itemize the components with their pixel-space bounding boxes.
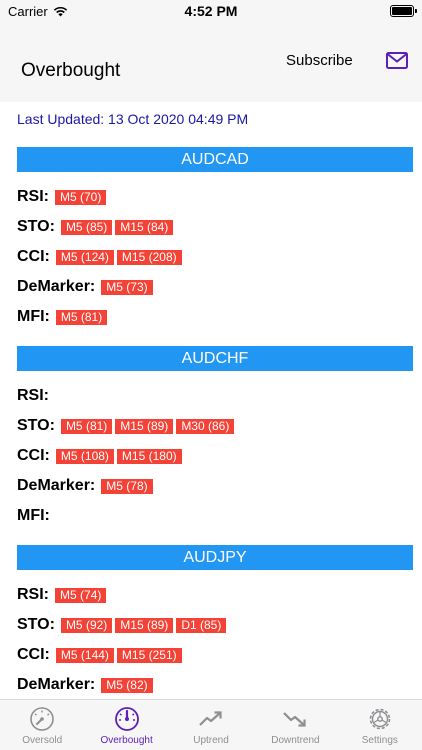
mail-icon[interactable]: [386, 52, 408, 69]
indicator-label: CCI:: [17, 646, 50, 663]
timeframe-tag: M15 (89): [115, 617, 174, 633]
timeframe-tag: M5 (144): [55, 647, 114, 663]
indicator-row-rsi: RSI:: [17, 386, 55, 406]
tab-label: Uptrend: [193, 735, 229, 746]
status-time: 4:52 PM: [184, 3, 238, 19]
tab-label: Oversold: [22, 735, 63, 746]
gauge-high-icon: [114, 707, 139, 731]
indicator-label: RSI:: [17, 387, 49, 404]
timeframe-tag: M5 (108): [55, 448, 114, 464]
tab-bar: Oversold Overbought Uptrend Downtrend Se…: [0, 699, 422, 750]
indicator-row-sto: STO: M5 (85) M15 (84): [17, 217, 176, 237]
tab-uptrend[interactable]: Uptrend: [169, 700, 253, 750]
subscribe-button[interactable]: Subscribe: [286, 52, 353, 69]
indicator-label: CCI:: [17, 248, 50, 265]
indicator-label: STO:: [17, 616, 55, 633]
tab-label: Overbought: [100, 735, 153, 746]
indicator-row-cci: CCI: M5 (108) M15 (180): [17, 446, 185, 466]
timeframe-tag: M30 (86): [176, 418, 235, 434]
timeframe-tag: M15 (84): [115, 219, 174, 235]
tab-oversold[interactable]: Oversold: [0, 700, 84, 750]
navigation-bar: Overbought Subscribe: [0, 22, 422, 102]
gauge-low-icon: [30, 707, 55, 731]
indicator-row-cci: CCI: M5 (124) M15 (208): [17, 247, 185, 267]
indicator-row-demarker: DeMarker: M5 (82): [17, 675, 156, 695]
indicator-row-demarker: DeMarker: M5 (73): [17, 277, 156, 297]
indicator-label: STO:: [17, 218, 55, 235]
indicator-list[interactable]: Last Updated: 13 Oct 2020 04:49 PM AUDCA…: [0, 102, 422, 699]
battery-icon: [390, 5, 417, 17]
timeframe-tag: M5 (85): [60, 219, 113, 235]
timeframe-tag: M5 (74): [55, 587, 107, 603]
indicator-row-rsi: RSI: M5 (70): [17, 187, 109, 207]
indicator-label: DeMarker:: [17, 278, 96, 295]
tab-label: Downtrend: [271, 735, 320, 746]
timeframe-tag: D1 (85): [176, 617, 227, 633]
timeframe-tag: M5 (73): [101, 279, 153, 295]
indicator-label: CCI:: [17, 447, 50, 464]
tab-downtrend[interactable]: Downtrend: [253, 700, 337, 750]
status-bar: Carrier 4:52 PM: [0, 0, 422, 22]
timeframe-tag: M15 (208): [116, 249, 182, 265]
gear-icon: [369, 708, 391, 730]
timeframe-tag: M5 (92): [60, 617, 113, 633]
trend-up-icon: [199, 711, 222, 726]
timeframe-tag: M15 (180): [116, 448, 182, 464]
tab-label: Settings: [361, 735, 398, 746]
timeframe-tag: M5 (78): [101, 478, 153, 494]
indicator-row-mfi: MFI:: [17, 506, 56, 526]
tab-overbought[interactable]: Overbought: [84, 700, 168, 750]
indicator-row-cci: CCI: M5 (144) M15 (251): [17, 645, 185, 665]
pair-header: AUDCAD: [17, 147, 413, 172]
indicator-label: RSI:: [17, 586, 49, 603]
indicator-label: STO:: [17, 417, 55, 434]
pair-header: AUDJPY: [17, 545, 413, 570]
pair-header: AUDCHF: [17, 346, 413, 371]
indicator-label: RSI:: [17, 188, 49, 205]
trend-down-icon: [283, 712, 307, 727]
last-updated-text: Last Updated: 13 Oct 2020 04:49 PM: [17, 111, 249, 127]
indicator-label: MFI:: [17, 507, 50, 524]
pair-section-audchf: AUDCHF RSI: STO: M5 (81) M15 (89) M30 (8…: [17, 346, 413, 531]
timeframe-tag: M5 (81): [55, 309, 108, 325]
pair-section-audcad: AUDCAD RSI: M5 (70) STO: M5 (85) M15 (84…: [17, 147, 413, 332]
indicator-row-sto: STO: M5 (81) M15 (89) M30 (86): [17, 416, 237, 436]
indicator-row-rsi: RSI: M5 (74): [17, 585, 109, 605]
indicator-label: MFI:: [17, 308, 50, 325]
timeframe-tag: M15 (251): [116, 647, 182, 663]
indicator-row-sto: STO: M5 (92) M15 (89) D1 (85): [17, 615, 229, 635]
timeframe-tag: M5 (124): [55, 249, 114, 265]
timeframe-tag: M15 (89): [115, 418, 174, 434]
pair-section-audjpy: AUDJPY RSI: M5 (74) STO: M5 (92) M15 (89…: [17, 545, 413, 699]
tab-settings[interactable]: Settings: [338, 700, 422, 750]
timeframe-tag: M5 (81): [60, 418, 113, 434]
indicator-row-demarker: DeMarker: M5 (78): [17, 476, 156, 496]
indicator-label: DeMarker:: [17, 477, 96, 494]
indicator-label: DeMarker:: [17, 676, 96, 693]
timeframe-tag: M5 (82): [101, 677, 153, 693]
page-title: Overbought: [21, 60, 121, 81]
indicator-row-mfi: MFI: M5 (81): [17, 307, 110, 327]
timeframe-tag: M5 (70): [55, 189, 107, 205]
